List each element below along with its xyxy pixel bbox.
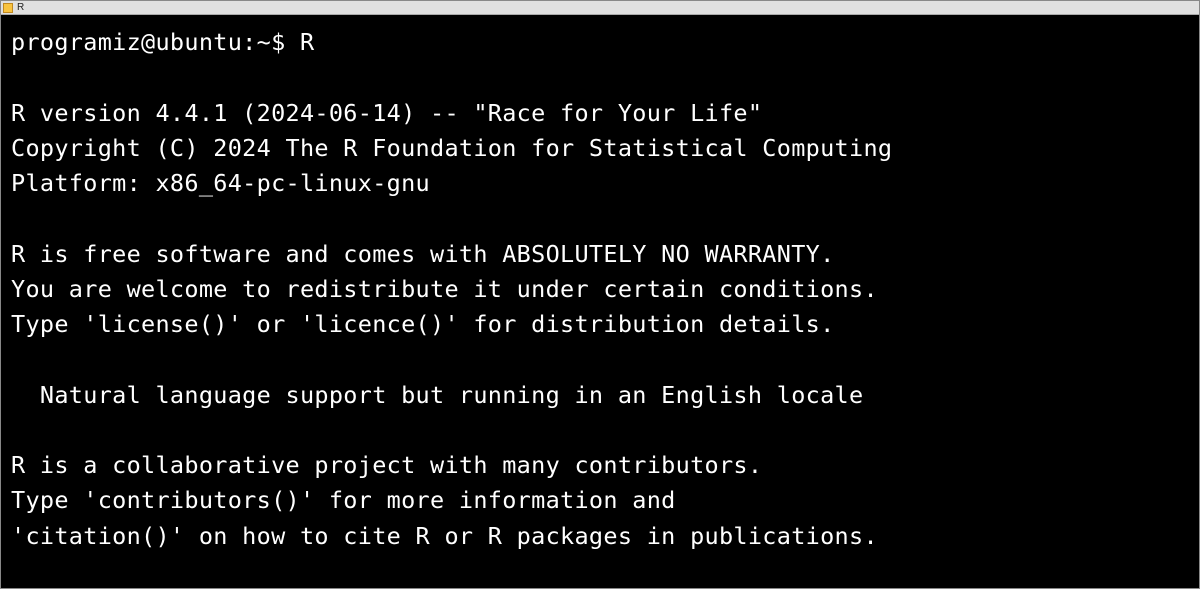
shell-command: R [300,28,314,56]
output-line: 'citation()' on how to cite R or R packa… [11,522,878,550]
output-line: Natural language support but running in … [11,381,863,409]
output-line: Copyright (C) 2024 The R Foundation for … [11,134,892,162]
r-app-icon [3,3,13,13]
terminal-viewport[interactable]: programiz@ubuntu:~$ R R version 4.4.1 (2… [1,15,1199,588]
output-line: Type 'license()' or 'licence()' for dist… [11,310,835,338]
window-title: R [17,2,24,13]
output-line: R is free software and comes with ABSOLU… [11,240,835,268]
terminal-window: R programiz@ubuntu:~$ R R version 4.4.1 … [0,0,1200,589]
titlebar[interactable]: R [1,1,1199,15]
output-line: You are welcome to redistribute it under… [11,275,878,303]
output-line: R is a collaborative project with many c… [11,451,762,479]
output-line: Platform: x86_64-pc-linux-gnu [11,169,430,197]
output-line: Type 'contributors()' for more informati… [11,486,676,514]
output-line: R version 4.4.1 (2024-06-14) -- "Race fo… [11,99,762,127]
shell-prompt: programiz@ubuntu:~$ [11,28,300,56]
